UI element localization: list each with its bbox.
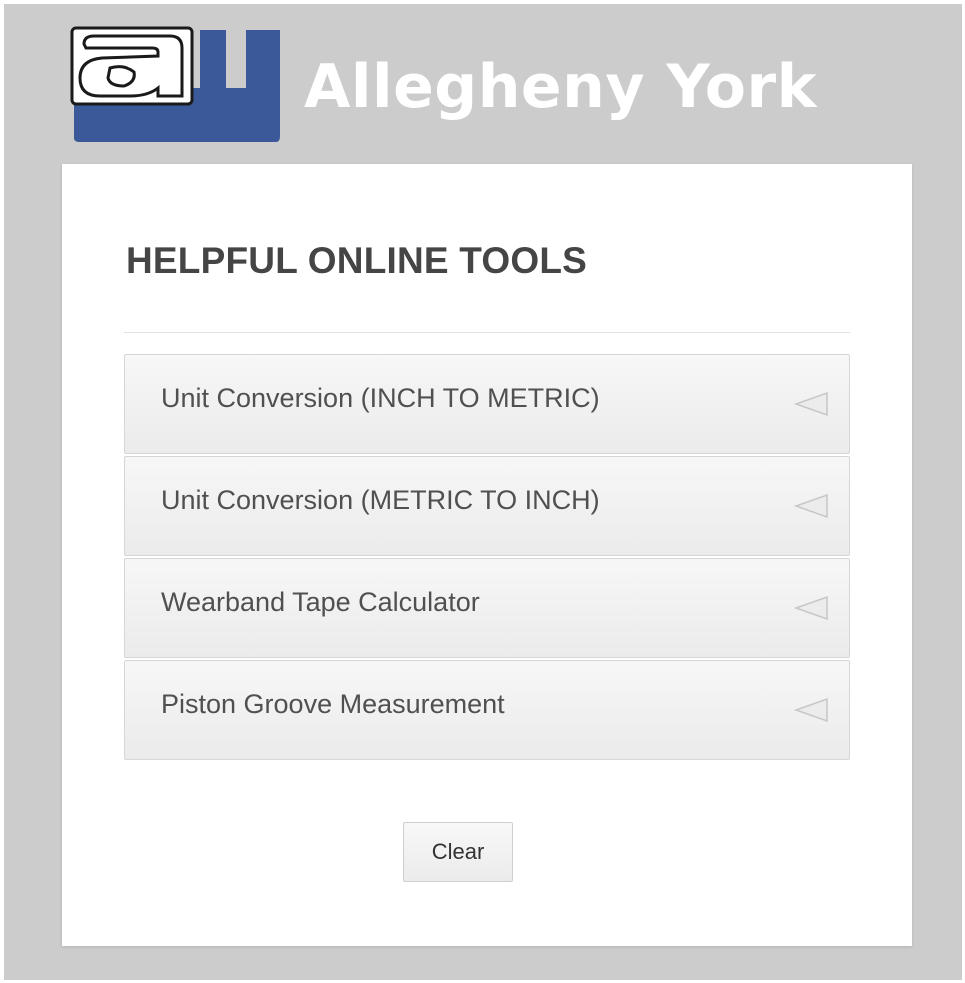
clear-button[interactable]: Clear xyxy=(403,822,513,882)
allegheny-york-logo: Allegheny York xyxy=(70,26,890,146)
title-divider xyxy=(124,332,850,333)
caret-left-icon xyxy=(793,697,828,723)
tool-item-label: Piston Groove Measurement xyxy=(161,689,505,719)
tool-item-inch-to-metric[interactable]: Unit Conversion (INCH TO METRIC) xyxy=(124,354,850,454)
tool-item-label: Wearband Tape Calculator xyxy=(161,587,480,617)
tools-accordion: Unit Conversion (INCH TO METRIC) Unit Co… xyxy=(124,354,850,762)
page-background: Allegheny York HELPFUL ONLINE TOOLS Unit… xyxy=(4,4,962,980)
caret-left-icon xyxy=(793,595,828,621)
tool-item-label: Unit Conversion (INCH TO METRIC) xyxy=(161,383,600,413)
tool-item-metric-to-inch[interactable]: Unit Conversion (METRIC TO INCH) xyxy=(124,456,850,556)
ay-logo-mark-icon xyxy=(70,26,280,142)
tool-item-piston-groove-measurement[interactable]: Piston Groove Measurement xyxy=(124,660,850,760)
tool-item-wearband-tape-calculator[interactable]: Wearband Tape Calculator xyxy=(124,558,850,658)
tool-item-label: Unit Conversion (METRIC TO INCH) xyxy=(161,485,600,515)
page-title: HELPFUL ONLINE TOOLS xyxy=(126,240,588,281)
caret-left-icon xyxy=(793,493,828,519)
brand-name: Allegheny York xyxy=(304,52,817,122)
caret-left-icon xyxy=(793,391,828,417)
tools-card: HELPFUL ONLINE TOOLS Unit Conversion (IN… xyxy=(62,164,912,946)
